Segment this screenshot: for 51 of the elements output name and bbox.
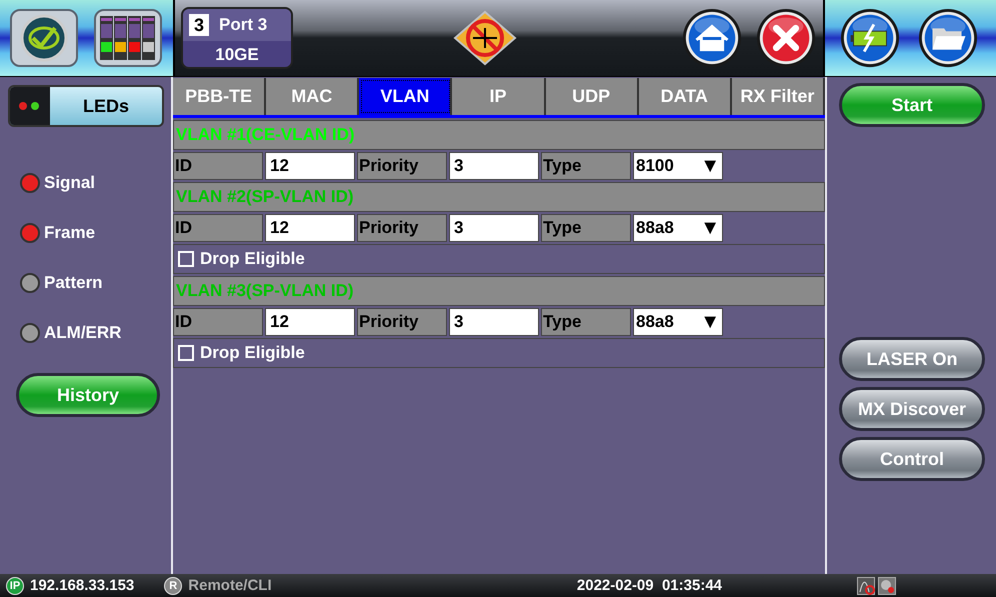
no-signal-icon[interactable]	[453, 10, 517, 66]
modules-icon	[99, 14, 157, 62]
checkbox-label: Drop Eligible	[200, 343, 305, 363]
port-number: 3	[189, 14, 209, 36]
field-label: Type	[541, 152, 631, 180]
leds-button[interactable]: LEDs	[8, 85, 164, 127]
port-badge[interactable]: 3 Port 3 10GE	[181, 7, 293, 69]
id-field[interactable]: 12	[265, 152, 355, 180]
modules-button[interactable]	[94, 9, 162, 67]
port-name: Port 3	[219, 15, 268, 35]
checkbox-label: Drop Eligible	[200, 249, 305, 269]
remote-badge: R	[164, 576, 182, 594]
field-label: Priority	[357, 214, 447, 242]
remote-status: Remote/CLI	[188, 577, 272, 594]
section-title: VLAN #3(SP-VLAN ID)	[175, 281, 354, 301]
folder-icon[interactable]	[917, 7, 979, 69]
field-label: ID	[173, 152, 263, 180]
id-field[interactable]: 12	[265, 308, 355, 336]
checkbox[interactable]	[178, 345, 194, 361]
tab[interactable]: VLAN	[359, 78, 452, 115]
led-label: Frame	[44, 223, 96, 243]
id-field[interactable]: 12	[265, 214, 355, 242]
field-label: Type	[541, 214, 631, 242]
type-dropdown[interactable]: 8100 ▼	[633, 152, 723, 180]
field-label: ID	[173, 214, 263, 242]
led-label: Signal	[44, 173, 96, 193]
ip-address: 192.168.33.153	[30, 577, 134, 594]
disk-off-icon	[878, 576, 896, 594]
type-dropdown[interactable]: 88a8 ▼	[633, 214, 723, 242]
priority-field[interactable]: 3	[449, 214, 539, 242]
led-label: ALM/ERR	[44, 323, 122, 343]
field-label: Type	[541, 308, 631, 336]
signal-off-icon	[857, 576, 875, 594]
battery-icon[interactable]	[839, 7, 901, 69]
priority-field[interactable]: 3	[449, 152, 539, 180]
section-title: VLAN #2(SP-VLAN ID)	[175, 187, 354, 207]
section-title: VLAN #1(CE-VLAN ID)	[175, 125, 355, 145]
date-time: 2022-02-09 01:35:44	[576, 577, 722, 594]
led-label: Pattern	[44, 273, 103, 293]
checkbox[interactable]	[178, 251, 194, 267]
logo-button[interactable]	[10, 9, 78, 67]
logo-icon	[19, 14, 69, 62]
port-rate: 10GE	[214, 44, 260, 65]
field-label: Priority	[357, 308, 447, 336]
type-dropdown[interactable]: 88a8 ▼	[633, 308, 723, 336]
priority-field[interactable]: 3	[449, 308, 539, 336]
field-label: ID	[173, 308, 263, 336]
leds-icon	[18, 101, 42, 111]
close-icon[interactable]	[755, 7, 817, 69]
ip-badge: IP	[6, 576, 24, 594]
field-label: Priority	[357, 152, 447, 180]
